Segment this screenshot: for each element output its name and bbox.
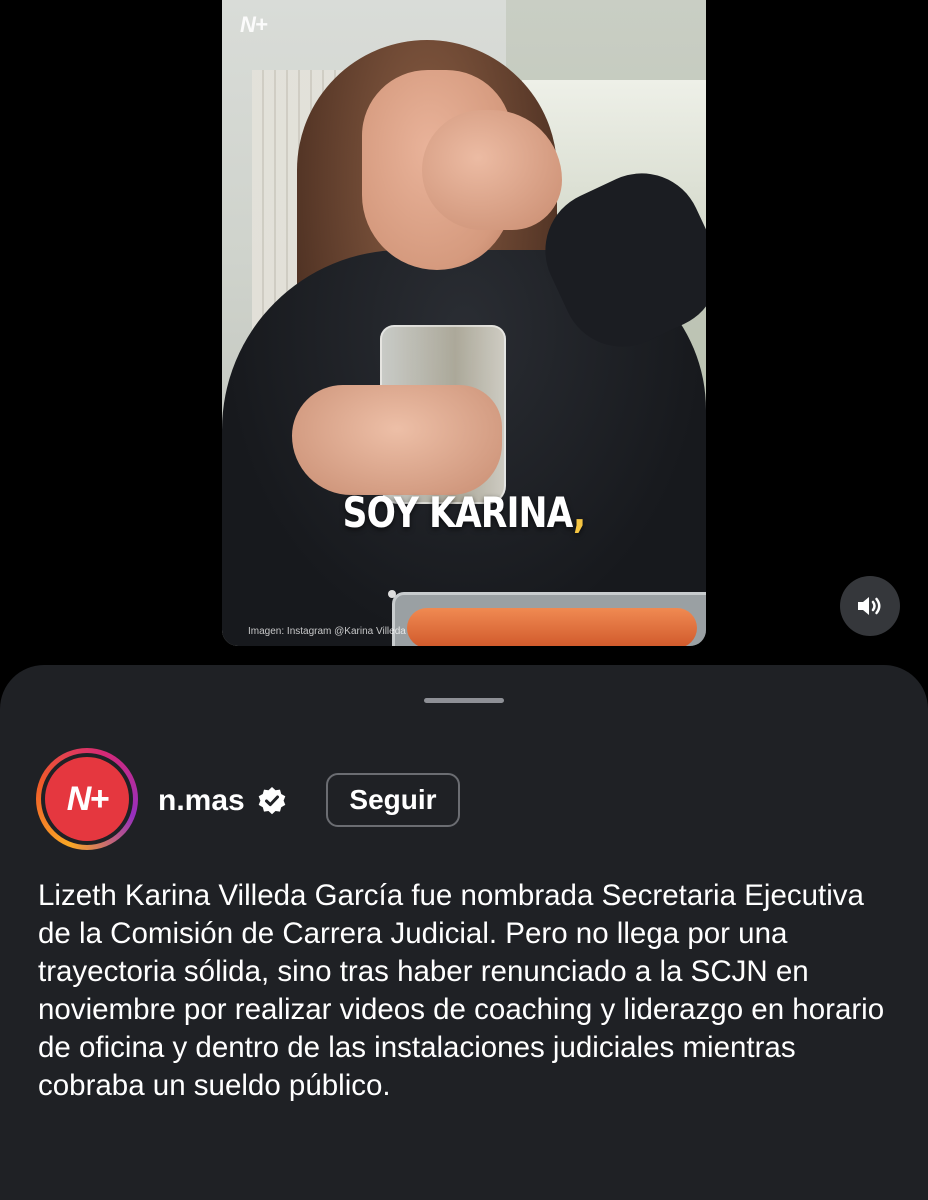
username[interactable]: n.mas [158, 784, 245, 818]
story-ring[interactable]: N+ [36, 748, 138, 850]
username-row: n.mas [158, 783, 287, 819]
sheet-drag-handle[interactable] [424, 698, 504, 703]
follow-button[interactable]: Seguir [326, 773, 460, 827]
avatar[interactable]: N+ [45, 757, 129, 841]
video-caption: SOY KARINA, [266, 488, 663, 537]
video-person-hand-holding-jar [292, 385, 502, 495]
video-watermark-logo: N+ [240, 12, 268, 37]
speaker-icon [858, 597, 881, 615]
post-details-sheet: N+ n.mas Seguir Lizeth Karina Villeda Ga… [0, 665, 928, 1200]
video-image-credit: Imagen: Instagram @Karina Villeda [248, 626, 406, 637]
video-caption-comma: , [573, 488, 586, 537]
video-player[interactable]: N+ SOY KARINA, Imagen: Instagram @Karina… [222, 0, 706, 646]
verified-badge-icon [258, 787, 286, 815]
video-food [407, 608, 697, 646]
video-caption-text: SOY KARINA [342, 488, 574, 537]
video-dot [388, 590, 396, 598]
avatar-container: N+ [41, 753, 133, 845]
sound-toggle-button[interactable] [840, 576, 900, 636]
post-description: Lizeth Karina Villeda García fue nombrad… [38, 879, 885, 1102]
